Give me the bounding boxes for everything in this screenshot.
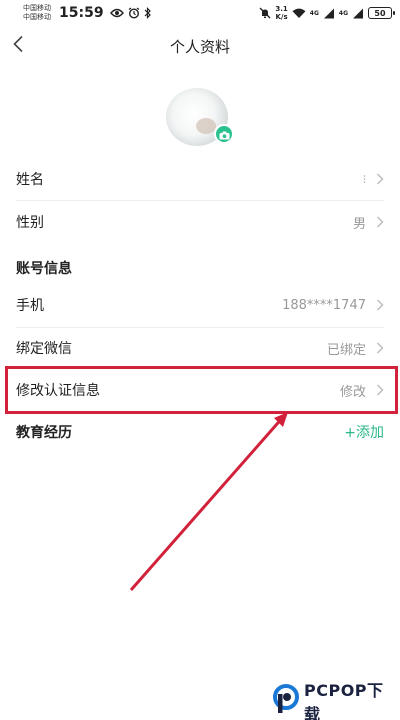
pcpop-logo-icon xyxy=(272,684,300,718)
row-phone-value: 188****1747 xyxy=(282,297,366,313)
eye-icon xyxy=(109,8,124,18)
signal-tag-1: 4G xyxy=(309,9,319,17)
status-icons-right: 3.1 K/s 4G 4G 50 xyxy=(259,5,395,21)
battery-level: 50 xyxy=(374,8,386,18)
screen: 中国移动 中国移动 15:59 3.1 K/s 4G 4G 50 个人资料 姓名… xyxy=(0,0,400,720)
row-gender-label: 性别 xyxy=(16,215,44,231)
row-phone[interactable]: 手机 188****1747 xyxy=(0,284,400,326)
nav-header: 个人资料 xyxy=(0,26,400,66)
mute-bell-icon xyxy=(259,7,271,19)
status-bar: 中国移动 中国移动 15:59 3.1 K/s 4G 4G 50 xyxy=(0,0,400,26)
carrier-label-2: 中国移动 xyxy=(23,13,51,21)
row-gender[interactable]: 性别 男 xyxy=(0,201,400,243)
carrier-label-1: 中国移动 xyxy=(23,4,51,12)
camera-icon xyxy=(219,125,230,144)
status-time: 15:59 xyxy=(59,5,104,21)
row-modify-verification[interactable]: 修改认证信息 修改 xyxy=(0,369,400,411)
row-wechat-value: 已绑定 xyxy=(326,342,366,358)
row-name-label: 姓名 xyxy=(16,172,44,188)
add-education-button[interactable]: +添加 xyxy=(344,422,384,442)
status-icons-left xyxy=(109,7,152,19)
education-section-title: 教育经历 xyxy=(16,425,72,441)
chevron-right-icon xyxy=(376,299,384,311)
row-phone-label: 手机 xyxy=(16,298,44,314)
chevron-right-icon xyxy=(376,384,384,396)
row-gender-value: 男 xyxy=(352,216,366,232)
alarm-icon xyxy=(128,7,140,19)
net-speed-value: 3.1 xyxy=(275,5,288,13)
chevron-left-icon xyxy=(12,35,24,57)
signal-tag-2: 4G xyxy=(338,9,348,17)
avatar-container[interactable] xyxy=(166,88,236,148)
signal-icon-2 xyxy=(352,8,364,19)
chevron-right-icon xyxy=(376,173,384,185)
chevron-right-icon xyxy=(376,216,384,228)
account-section-title: 账号信息 xyxy=(16,261,72,277)
bluetooth-icon xyxy=(144,7,152,19)
row-modify-verification-value: 修改 xyxy=(339,384,366,400)
carrier-labels: 中国移动 中国移动 xyxy=(23,4,57,22)
net-speed-unit: K/s xyxy=(275,13,288,21)
row-modify-verification-label: 修改认证信息 xyxy=(16,383,100,399)
pcpop-logo-text: PCPOP下载 xyxy=(304,681,384,720)
page-title: 个人资料 xyxy=(169,37,230,56)
row-name[interactable]: 姓名 xyxy=(0,158,400,200)
wifi-icon xyxy=(292,8,306,19)
back-button[interactable] xyxy=(12,35,30,57)
chevron-right-icon xyxy=(376,342,384,354)
battery-indicator: 50 xyxy=(368,7,395,19)
change-avatar-button[interactable] xyxy=(214,124,234,144)
network-speed: 3.1 K/s xyxy=(275,5,287,21)
signal-icon-1 xyxy=(323,8,335,19)
name-value-dots xyxy=(363,174,366,184)
row-wechat-label: 绑定微信 xyxy=(16,341,72,357)
row-wechat[interactable]: 绑定微信 已绑定 xyxy=(0,327,400,369)
pcpop-watermark-logo: PCPOP下载 xyxy=(272,681,396,720)
